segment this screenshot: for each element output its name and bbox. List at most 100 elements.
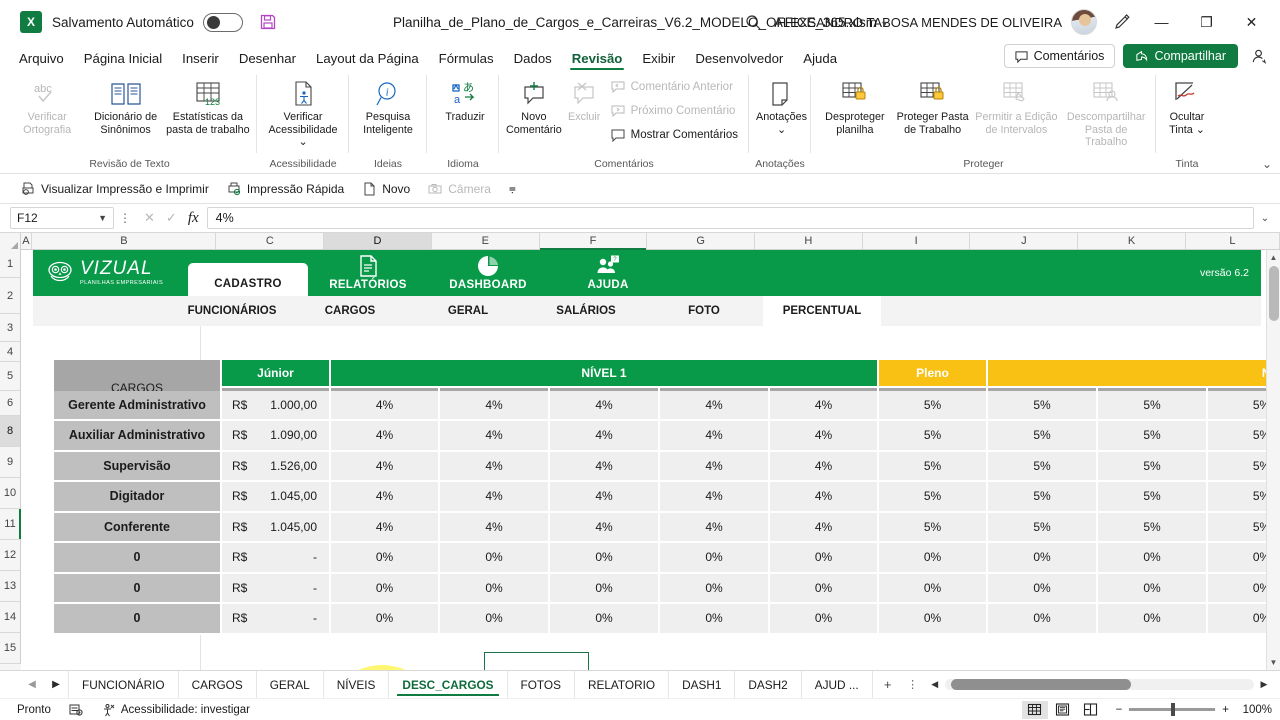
button-estatisticas-pasta-trabalho[interactable]: 123 Estatísticas da pasta de trabalho <box>164 74 252 139</box>
cell-salario-inicial[interactable]: R$ - <box>222 604 331 635</box>
cell-percentual[interactable]: 0% <box>331 543 440 574</box>
zoom-slider[interactable] <box>1129 703 1216 716</box>
nav-button-ajuda[interactable]: ? AJUDA <box>548 250 668 296</box>
column-header-G[interactable]: G <box>647 233 756 249</box>
column-header-L[interactable]: L <box>1185 233 1280 249</box>
save-icon[interactable] <box>259 13 277 31</box>
cell-percentual[interactable]: 4% <box>660 390 770 421</box>
column-header-J[interactable]: J <box>970 233 1079 249</box>
row-header-4[interactable]: 4 <box>0 342 21 362</box>
cell-percentual[interactable]: 4% <box>440 482 550 513</box>
cell-percentual[interactable]: 0% <box>988 543 1098 574</box>
record-macro-icon[interactable] <box>60 703 92 717</box>
sheet-tab-funcionario[interactable]: FUNCIONÁRIO <box>68 671 178 698</box>
formula-bar-expand-icon[interactable]: ⌄ <box>1254 213 1276 224</box>
button-excluir-comentario[interactable]: Excluir <box>564 74 605 127</box>
hscroll-right-icon[interactable]: ▶ <box>1258 679 1270 690</box>
cell-percentual[interactable]: 4% <box>660 451 770 482</box>
cell-percentual[interactable]: 5% <box>1098 451 1208 482</box>
column-header-F[interactable]: F <box>539 233 648 250</box>
select-all-corner[interactable] <box>0 233 21 250</box>
cell-percentual[interactable]: 4% <box>770 512 879 543</box>
cell-percentual[interactable]: 4% <box>331 482 440 513</box>
row-header-1[interactable]: 1 <box>0 250 21 278</box>
cell-percentual[interactable]: 0% <box>550 543 660 574</box>
column-header-K[interactable]: K <box>1078 233 1186 249</box>
cell-percentual[interactable]: 0% <box>770 543 879 574</box>
qat-visualizar-impressao[interactable]: Visualizar Impressão e Imprimir <box>12 180 218 198</box>
row-header-11[interactable]: 11 <box>0 509 21 540</box>
cell-percentual[interactable]: 0% <box>331 573 440 604</box>
sheet-tab-dash2[interactable]: DASH2 <box>734 671 800 698</box>
confirm-icon[interactable]: ✓ <box>166 210 177 226</box>
row-header-2[interactable]: 2 <box>0 278 21 314</box>
cell-percentual[interactable]: 4% <box>770 451 879 482</box>
avatar[interactable] <box>1071 9 1097 35</box>
button-pesquisa-inteligente[interactable]: i Pesquisa Inteligente <box>354 74 422 139</box>
sheet-options-icon[interactable]: ⋮ <box>903 678 923 691</box>
cell-percentual[interactable]: 0% <box>440 543 550 574</box>
cell-percentual[interactable]: 5% <box>1098 512 1208 543</box>
row-header-13[interactable]: 13 <box>0 571 21 602</box>
button-verificar-ortografia[interactable]: abc Verificar Ortografia <box>7 74 87 139</box>
cell-salario-inicial[interactable]: R$ - <box>222 543 331 574</box>
vertical-scrollbar[interactable]: ▲ ▼ <box>1266 250 1280 670</box>
cell-percentual[interactable]: 5% <box>988 390 1098 421</box>
cell-percentual[interactable]: 0% <box>879 604 988 635</box>
zoom-out-button[interactable]: − <box>1116 704 1123 716</box>
name-box-chevron-icon[interactable]: ▼ <box>98 213 107 223</box>
nav-button-relatorios[interactable]: RELATÓRIOS <box>308 250 428 296</box>
sheet-tab-relatorio[interactable]: RELATORIO <box>573 671 668 698</box>
button-mostrar-comentarios[interactable]: Mostrar Comentários <box>605 123 744 147</box>
cell-percentual[interactable]: 4% <box>550 390 660 421</box>
row-header-5[interactable]: 5 <box>0 362 21 391</box>
cell-percentual[interactable]: 0% <box>1098 543 1208 574</box>
cell-cargo[interactable]: Gerente Administrativo <box>54 390 222 421</box>
ribbon-collapse-chevron-icon[interactable]: ⌄ <box>1262 157 1272 171</box>
cell-percentual[interactable]: 0% <box>770 573 879 604</box>
cell-percentual[interactable]: 4% <box>331 512 440 543</box>
cell-percentual[interactable]: 4% <box>770 482 879 513</box>
cell-percentual[interactable]: 5% <box>879 512 988 543</box>
row-header-9[interactable]: 9 <box>0 447 21 478</box>
vertical-scroll-thumb[interactable] <box>1269 266 1279 321</box>
cell-percentual[interactable]: 4% <box>550 451 660 482</box>
cell-percentual[interactable]: 0% <box>660 573 770 604</box>
sheet-tab-fotos[interactable]: FOTOS <box>506 671 574 698</box>
button-ocultar-tinta[interactable]: Ocultar Tinta ⌄ <box>1161 74 1213 139</box>
qat-novo[interactable]: Novo <box>353 180 419 198</box>
row-header-10[interactable]: 10 <box>0 478 21 509</box>
cell-percentual[interactable]: 0% <box>879 573 988 604</box>
cell-salario-inicial[interactable]: R$ 1.000,00 <box>222 390 331 421</box>
cell-percentual[interactable]: 4% <box>440 390 550 421</box>
scroll-down-icon[interactable]: ▼ <box>1267 655 1280 670</box>
button-proximo-comentario[interactable]: Próximo Comentário <box>605 99 744 123</box>
zoom-slider-knob[interactable] <box>1171 703 1176 716</box>
add-sheet-button[interactable]: + <box>873 677 903 692</box>
cell-cargo[interactable]: Supervisão <box>54 451 222 482</box>
row-header-15[interactable]: 15 <box>0 633 21 664</box>
cell-percentual[interactable]: 5% <box>1098 421 1208 452</box>
cell-cargo[interactable]: 0 <box>54 604 222 635</box>
cell-percentual[interactable]: 5% <box>988 451 1098 482</box>
cell-salario-inicial[interactable]: R$ 1.526,00 <box>222 451 331 482</box>
tab-revisao[interactable]: Revisão <box>563 50 632 70</box>
cell-percentual[interactable]: 4% <box>550 421 660 452</box>
share-person-icon[interactable] <box>1246 48 1272 65</box>
cell-percentual[interactable]: 5% <box>1098 390 1208 421</box>
hscroll-track[interactable] <box>944 679 1254 690</box>
cell-percentual[interactable]: 5% <box>879 451 988 482</box>
cell-percentual[interactable]: 4% <box>550 482 660 513</box>
cell-percentual[interactable]: 0% <box>440 604 550 635</box>
page-break-view-button[interactable] <box>1078 701 1104 719</box>
sheet-next-arrow-icon[interactable]: ▶ <box>44 679 68 690</box>
cell-percentual[interactable]: 0% <box>660 543 770 574</box>
qat-impressao-rapida[interactable]: Impressão Rápida <box>218 180 353 198</box>
cell-percentual[interactable]: 4% <box>660 421 770 452</box>
column-header-C[interactable]: C <box>216 233 325 249</box>
row-header-14[interactable]: 14 <box>0 602 21 633</box>
cell-cargo[interactable]: Auxiliar Administrativo <box>54 421 222 452</box>
cell-cargo[interactable]: 0 <box>54 573 222 604</box>
cell-salario-inicial[interactable]: R$ 1.045,00 <box>222 512 331 543</box>
cell-percentual[interactable]: 0% <box>550 573 660 604</box>
